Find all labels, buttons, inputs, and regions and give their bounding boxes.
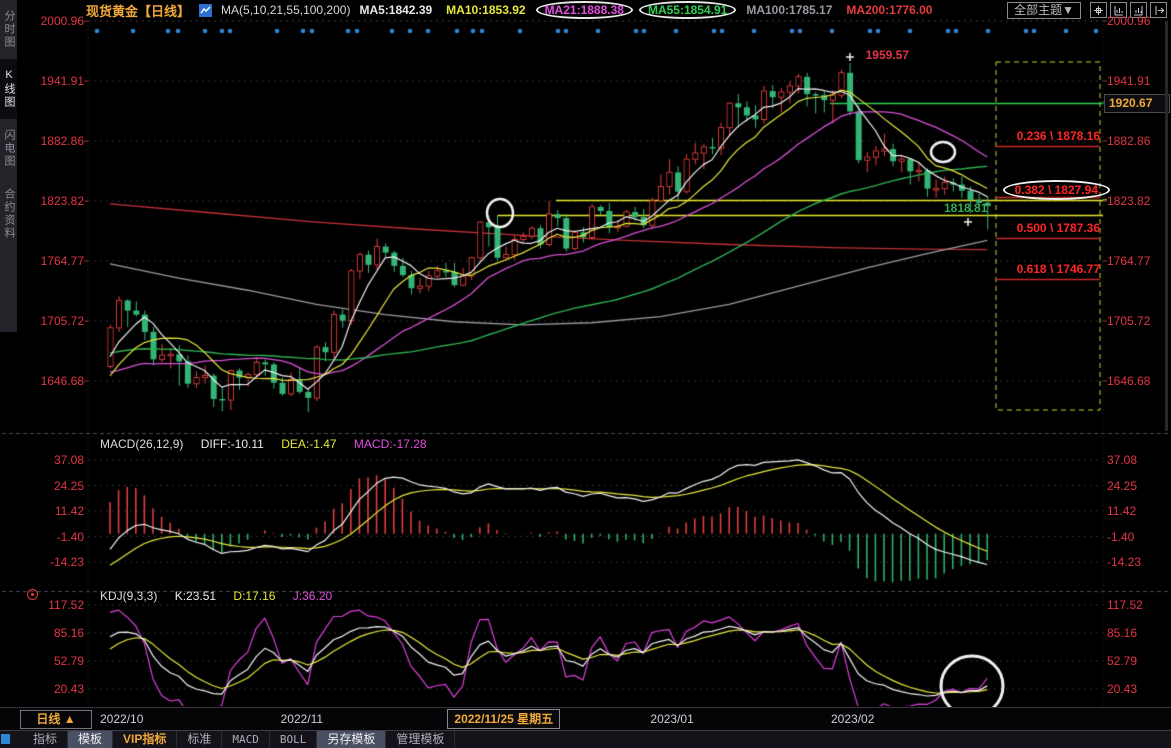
- bottom-tab-5[interactable]: BOLL: [270, 731, 318, 748]
- main-ticks-r-tick-4: 1764.77: [1107, 254, 1169, 268]
- left-sidebar: 分时图K线图闪电图合约资料: [0, 0, 17, 332]
- instrument-title: 现货黄金【日线】: [86, 1, 190, 20]
- kdj-ticks-r-tick-3: 20.43: [1107, 682, 1169, 696]
- kdj-ticks-l-tick-2: 52.79: [22, 654, 84, 668]
- ma-value-2: MA21:1888.38: [536, 1, 633, 19]
- ma-value-5: MA200:1776.00: [846, 3, 932, 17]
- macd-ticks-r-tick-4: -14.23: [1107, 555, 1169, 569]
- highlighted-date[interactable]: 2022/11/25 星期五: [447, 709, 560, 729]
- crosshair-icon[interactable]: [1090, 2, 1107, 18]
- date-tick-1: 2022/11: [281, 712, 324, 726]
- sidebar-item-3[interactable]: 合约资料: [0, 178, 17, 250]
- main-ticks-r-tick-5: 1705.72: [1107, 314, 1169, 328]
- top-indicator-bar: 现货黄金【日线】 MA(5,10,21,55,100,200) MA5:1842…: [20, 0, 1171, 20]
- main-ticks-l-tick-5: 1705.72: [22, 314, 84, 328]
- main-ticks-r-tick-0: 2000.96: [1107, 14, 1169, 28]
- bottom-tab-6[interactable]: 另存模板: [317, 731, 386, 748]
- bottom-tab-1[interactable]: 模板: [68, 731, 113, 748]
- period-selector-button[interactable]: 日线 ▲: [20, 710, 92, 729]
- kdj-d-value: D:17.16: [233, 589, 275, 603]
- macd-ticks-l-tick-3: -1.40: [22, 530, 84, 544]
- macd-ticks-r-tick-1: 24.25: [1107, 479, 1169, 493]
- fib-level-3: 0.618 \ 1746.77: [960, 262, 1100, 276]
- ma-value-3: MA55:1854.91: [639, 1, 736, 19]
- macd-header[interactable]: MACD(26,12,9) DIFF:-10.11 DEA:-1.47 MACD…: [100, 437, 441, 451]
- chart-application: 分时图K线图闪电图合约资料 现货黄金【日线】 MA(5,10,21,55,100…: [0, 0, 1171, 747]
- main-ticks-l-tick-6: 1646.68: [22, 374, 84, 388]
- macd-ticks-r-tick-3: -1.40: [1107, 530, 1169, 544]
- fib-level-label-0.500: 0.500 \ 1787.36: [1017, 221, 1100, 235]
- bottom-tab-bar: 指标模板VIP指标标准MACDBOLL另存模板管理模板: [0, 730, 1171, 748]
- date-tick-2: 2023/01: [650, 712, 693, 726]
- main-ticks-l-tick-4: 1764.77: [22, 254, 84, 268]
- macd-diff-value: DIFF:-10.11: [201, 437, 264, 451]
- date-tick-0: 2022/10: [100, 712, 143, 726]
- fib-level-label-0.236: 0.236 \ 1878.16: [1017, 129, 1100, 143]
- ma-settings-label: MA(5,10,21,55,100,200): [221, 3, 350, 17]
- macd-macd-value: MACD:-17.28: [354, 437, 427, 451]
- main-ticks-r-tick-2: 1882.86: [1107, 134, 1169, 148]
- kdj-j-value: J:36.20: [293, 589, 332, 603]
- main-ticks-r-tick-3: 1823.82: [1107, 194, 1169, 208]
- theme-dropdown-button[interactable]: 全部主题▼: [1007, 2, 1081, 19]
- vertical-scrollbar[interactable]: [1165, 21, 1168, 431]
- bottom-tab-2[interactable]: VIP指标: [113, 731, 177, 748]
- kdj-header[interactable]: KDJ(9,3,3) K:23.51 D:17.16 J:36.20: [100, 589, 346, 603]
- macd-ticks-l-tick-2: 11.42: [22, 504, 84, 518]
- bottom-tab-4[interactable]: MACD: [222, 731, 270, 748]
- price-alert-tag[interactable]: 1920.67: [1104, 94, 1170, 113]
- ma-value-4: MA100:1785.17: [746, 3, 832, 17]
- chart-canvas[interactable]: [0, 0, 1171, 747]
- sidebar-item-2[interactable]: 闪电图: [0, 119, 17, 178]
- date-tick-3: 2023/02: [831, 712, 874, 726]
- fib-level-0: 0.236 \ 1878.16: [960, 129, 1100, 143]
- bottom-tab-0[interactable]: 指标: [23, 731, 68, 748]
- macd-name: MACD(26,12,9): [100, 437, 183, 451]
- kdj-ticks-r-tick-0: 117.52: [1107, 598, 1169, 612]
- peak-price-label: 1959.57: [866, 48, 909, 62]
- fib-level-label-0.382: 0.382 \ 1827.94: [1003, 180, 1110, 200]
- main-ticks-r-tick-6: 1646.68: [1107, 374, 1169, 388]
- fib-level-2: 0.500 \ 1787.36: [960, 221, 1100, 235]
- macd-dea-value: DEA:-1.47: [281, 437, 336, 451]
- fib-level-label-0.618: 0.618 \ 1746.77: [1017, 262, 1100, 276]
- last-price-label: 1818.81: [944, 201, 987, 215]
- main-ticks-l-tick-2: 1882.86: [22, 134, 84, 148]
- fib-level-1: 0.382 \ 1827.94: [960, 180, 1100, 200]
- ma-value-0: MA5:1842.39: [359, 3, 432, 17]
- blue-chip-icon: [1, 734, 10, 744]
- kdj-ticks-l-tick-1: 85.16: [22, 626, 84, 640]
- line-chart-icon[interactable]: [199, 4, 212, 17]
- sidebar-item-0[interactable]: 分时图: [0, 0, 17, 59]
- macd-ticks-r-tick-2: 11.42: [1107, 504, 1169, 518]
- kdj-ticks-r-tick-1: 85.16: [1107, 626, 1169, 640]
- macd-ticks-l-tick-1: 24.25: [22, 479, 84, 493]
- main-ticks-l-tick-1: 1941.91: [22, 74, 84, 88]
- main-ticks-l-tick-0: 2000.96: [22, 14, 84, 28]
- kdj-ticks-l-tick-3: 20.43: [22, 682, 84, 696]
- kdj-ticks-l-tick-0: 117.52: [22, 598, 84, 612]
- macd-ticks-l-tick-4: -14.23: [22, 555, 84, 569]
- kdj-ticks-r-tick-2: 52.79: [1107, 654, 1169, 668]
- macd-ticks-r-tick-0: 37.08: [1107, 453, 1169, 467]
- time-axis-row: 日线 ▲ 2022/10 2022/11 2023/01 2023/02 2022/1…: [0, 707, 1171, 731]
- bottom-tab-7[interactable]: 管理模板: [386, 731, 455, 748]
- bottom-tab-3[interactable]: 标准: [177, 731, 222, 748]
- main-ticks-r-tick-1: 1941.91: [1107, 74, 1169, 88]
- main-ticks-l-tick-3: 1823.82: [22, 194, 84, 208]
- kdj-k-value: K:23.51: [175, 589, 216, 603]
- ma-values: MA5:1842.39 MA10:1853.92 MA21:1888.38 MA55:…: [359, 1, 932, 19]
- macd-ticks-l-tick-0: 37.08: [22, 453, 84, 467]
- ma-value-1: MA10:1853.92: [446, 3, 525, 17]
- sidebar-item-1[interactable]: K线图: [0, 59, 17, 119]
- kdj-name: KDJ(9,3,3): [100, 589, 157, 603]
